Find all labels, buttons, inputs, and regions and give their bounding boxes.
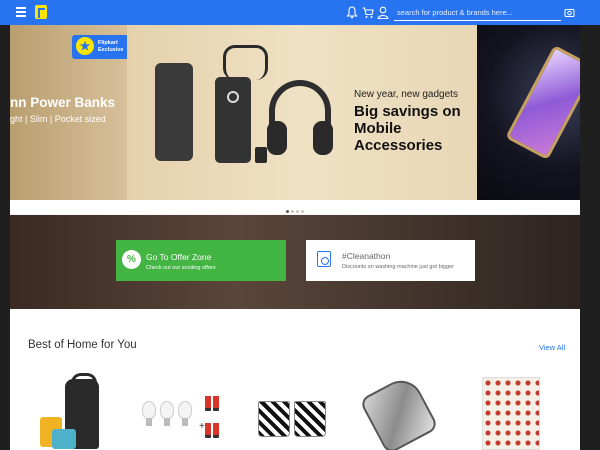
view-all-link[interactable]: View All bbox=[539, 343, 565, 352]
search-input[interactable] bbox=[397, 8, 561, 17]
plus-icon: + bbox=[199, 421, 205, 432]
window-left-edge bbox=[0, 0, 10, 450]
offer-card-subtitle: Check out our exciting offers bbox=[146, 265, 216, 271]
tiffin-box-image bbox=[52, 429, 76, 449]
washing-machine-icon bbox=[317, 251, 331, 267]
headphone-earcup-right bbox=[313, 121, 333, 155]
offer-card-subtitle: Discounts on washing machine just got bi… bbox=[342, 264, 454, 270]
product-tile-bed-sheet[interactable] bbox=[470, 375, 550, 450]
usb-cable-image bbox=[223, 45, 268, 80]
carousel-dot[interactable] bbox=[301, 210, 304, 213]
window-right-edge bbox=[580, 0, 600, 450]
power-bank-image bbox=[155, 63, 193, 161]
promo-headline: Big savings on Mobile Accessories bbox=[354, 103, 461, 154]
carousel-dot[interactable] bbox=[296, 210, 299, 213]
page-content: ★ Flipkart Exclusive nn Power Banks ght … bbox=[10, 0, 580, 450]
carousel-dot[interactable] bbox=[286, 210, 289, 213]
offer-card-title: #Cleanathon bbox=[342, 251, 391, 261]
product-tile-led-bulbs[interactable]: + bbox=[140, 375, 220, 450]
bulb-image bbox=[160, 401, 174, 426]
battery-image bbox=[213, 420, 219, 438]
banner-slide-previous[interactable]: ★ Flipkart Exclusive nn Power Banks ght … bbox=[10, 25, 130, 200]
memory-card-image bbox=[255, 147, 267, 163]
best-of-home-section: Best of Home for You View All + bbox=[10, 309, 580, 450]
offer-card-title: Go To Offer Zone bbox=[146, 252, 212, 262]
battery-image bbox=[205, 420, 211, 438]
power-bank-image bbox=[215, 77, 251, 163]
product-tile-mugs[interactable] bbox=[250, 375, 330, 450]
logo-icon[interactable] bbox=[35, 5, 47, 19]
bed-sheet-image bbox=[482, 377, 540, 450]
mug-image bbox=[258, 401, 290, 437]
battery-image bbox=[205, 393, 211, 411]
cart-icon[interactable] bbox=[362, 6, 374, 19]
section-title: Best of Home for You bbox=[28, 339, 137, 351]
power-icon bbox=[227, 91, 239, 103]
badge-line-1: Flipkart bbox=[98, 40, 118, 46]
camera-icon[interactable] bbox=[564, 7, 575, 18]
banner-slide-next[interactable] bbox=[477, 25, 580, 200]
product-tile-hip-flask[interactable] bbox=[350, 373, 440, 450]
banner-left-subtitle: ght | Slim | Pocket sized bbox=[10, 114, 106, 124]
banner-left-title: nn Power Banks bbox=[10, 95, 116, 110]
promo-tagline: New year, new gadgets bbox=[354, 89, 458, 100]
carousel-indicator bbox=[10, 200, 580, 214]
bulb-image bbox=[178, 401, 192, 426]
star-icon: ★ bbox=[74, 35, 96, 57]
offers-section: % Go To Offer Zone Check out our excitin… bbox=[10, 215, 580, 309]
offer-zone-card[interactable]: % Go To Offer Zone Check out our excitin… bbox=[116, 240, 286, 281]
promo-carousel[interactable]: ★ Flipkart Exclusive nn Power Banks ght … bbox=[10, 25, 580, 200]
percent-icon: % bbox=[122, 250, 141, 269]
user-icon[interactable] bbox=[377, 6, 389, 19]
flipkart-exclusive-badge: ★ Flipkart Exclusive bbox=[72, 35, 130, 59]
mug-image bbox=[294, 401, 326, 437]
carousel-dot[interactable] bbox=[291, 210, 294, 213]
search-field[interactable] bbox=[394, 5, 561, 21]
banner-slide-current[interactable]: New year, new gadgets Big savings on Mob… bbox=[127, 25, 477, 200]
top-navigation-bar bbox=[0, 0, 600, 25]
menu-icon[interactable] bbox=[16, 7, 26, 17]
badge-line-2: Exclusive bbox=[98, 47, 124, 53]
notification-bell-icon[interactable] bbox=[346, 6, 358, 19]
headphone-earcup-left bbox=[267, 121, 287, 155]
cleanathon-card[interactable]: #Cleanathon Discounts on washing machine… bbox=[306, 240, 475, 281]
bulb-image bbox=[142, 401, 156, 426]
battery-image bbox=[213, 393, 219, 411]
product-tile-tiffin-set[interactable] bbox=[40, 373, 120, 450]
smartphone-image bbox=[505, 44, 580, 161]
flask-image bbox=[358, 373, 440, 450]
